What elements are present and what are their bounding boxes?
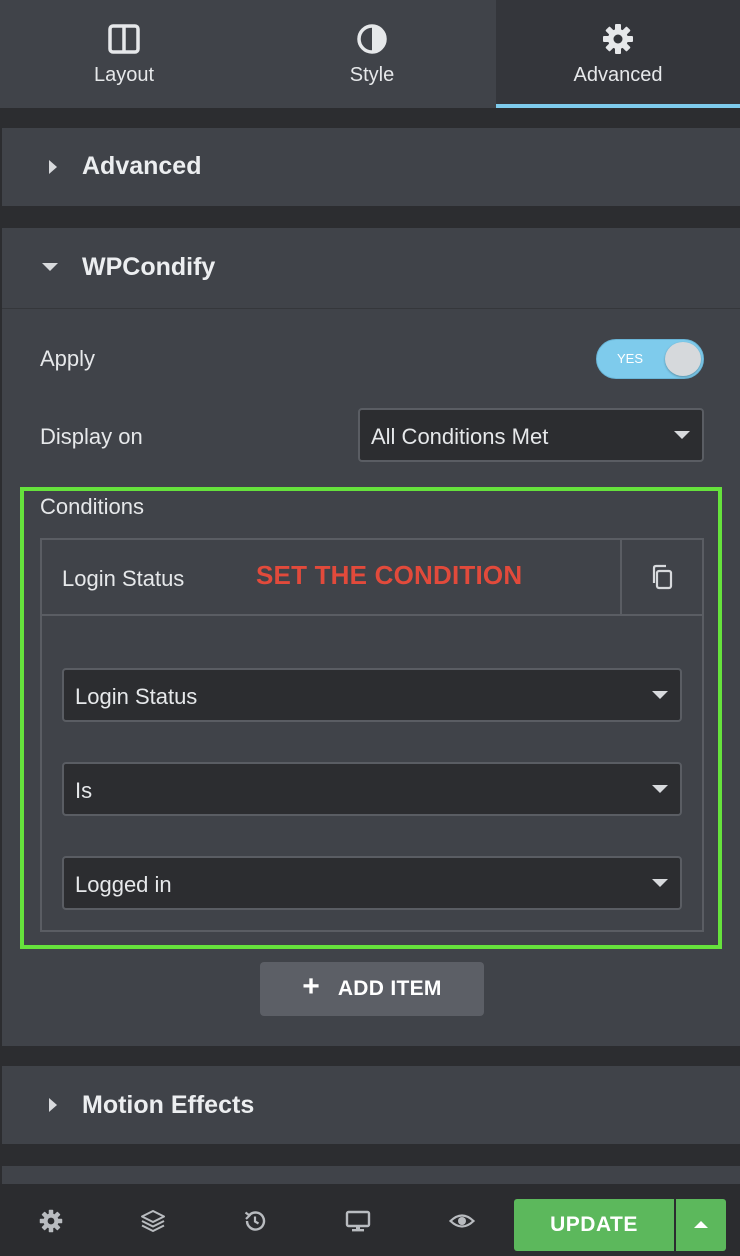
apply-label: Apply bbox=[40, 346, 96, 371]
section-next-header bbox=[2, 1166, 740, 1184]
condition-value-select[interactable]: Logged in bbox=[62, 856, 682, 910]
section-motion-effects-header[interactable]: Motion Effects bbox=[2, 1066, 740, 1144]
conditions-label: Conditions bbox=[40, 494, 144, 519]
section-advanced-header[interactable]: Advanced bbox=[2, 128, 740, 206]
update-button-label: UPDATE bbox=[550, 1213, 638, 1236]
caret-down-icon bbox=[40, 257, 60, 277]
condition-type-value: Login Status bbox=[75, 684, 198, 709]
tab-advanced[interactable]: Advanced bbox=[496, 0, 740, 108]
display-on-value: All Conditions Met bbox=[371, 424, 549, 449]
toggle-knob bbox=[665, 342, 701, 376]
desktop-icon[interactable] bbox=[345, 1208, 371, 1234]
contrast-half-circle-icon bbox=[355, 22, 389, 56]
section-wpcondify-header[interactable]: WPCondify bbox=[2, 228, 740, 308]
condition-type-select[interactable]: Login Status bbox=[62, 668, 682, 722]
tab-advanced-label: Advanced bbox=[573, 64, 663, 86]
operator-select[interactable]: Is bbox=[62, 762, 682, 816]
update-button[interactable]: UPDATE bbox=[514, 1199, 674, 1251]
add-item-label: ADD ITEM bbox=[337, 977, 442, 1000]
plus-icon: + bbox=[302, 970, 320, 1003]
section-motion-effects-title: Motion Effects bbox=[82, 1091, 255, 1119]
layers-icon[interactable] bbox=[140, 1208, 166, 1234]
annotation-text: SET THE CONDITION bbox=[256, 560, 523, 590]
chevron-down-icon bbox=[674, 431, 690, 439]
condition-value: Logged in bbox=[75, 872, 172, 897]
tab-layout[interactable]: Layout bbox=[0, 0, 248, 108]
display-on-label: Display on bbox=[40, 424, 143, 449]
eye-icon[interactable] bbox=[449, 1208, 475, 1234]
display-on-select[interactable]: All Conditions Met bbox=[358, 408, 704, 462]
caret-right-icon bbox=[42, 157, 62, 177]
update-options-button[interactable] bbox=[676, 1199, 726, 1251]
operator-value: Is bbox=[75, 778, 93, 803]
duplicate-icon[interactable] bbox=[650, 564, 674, 590]
apply-toggle[interactable]: YES bbox=[596, 339, 704, 379]
chevron-down-icon bbox=[652, 691, 668, 699]
header-divider bbox=[620, 540, 622, 616]
tab-style[interactable]: Style bbox=[248, 0, 496, 108]
section-advanced-title: Advanced bbox=[82, 152, 202, 180]
gear-icon[interactable] bbox=[38, 1208, 64, 1234]
toggle-yes-text: YES bbox=[617, 351, 644, 366]
condition-item-title: Login Status bbox=[62, 566, 185, 591]
gear-icon bbox=[601, 22, 635, 56]
layout-columns-icon bbox=[107, 22, 141, 56]
chevron-down-icon bbox=[652, 879, 668, 887]
chevron-down-icon bbox=[652, 785, 668, 793]
caret-up-icon bbox=[693, 1216, 709, 1234]
section-wpcondify-title: WPCondify bbox=[82, 253, 216, 281]
caret-right-icon bbox=[42, 1095, 62, 1115]
tab-layout-label: Layout bbox=[93, 64, 155, 86]
editor-tabs: Layout Style Advanced bbox=[0, 0, 740, 108]
tab-style-label: Style bbox=[349, 64, 395, 86]
history-icon[interactable] bbox=[242, 1208, 268, 1234]
add-item-button[interactable]: + ADD ITEM bbox=[260, 962, 484, 1016]
